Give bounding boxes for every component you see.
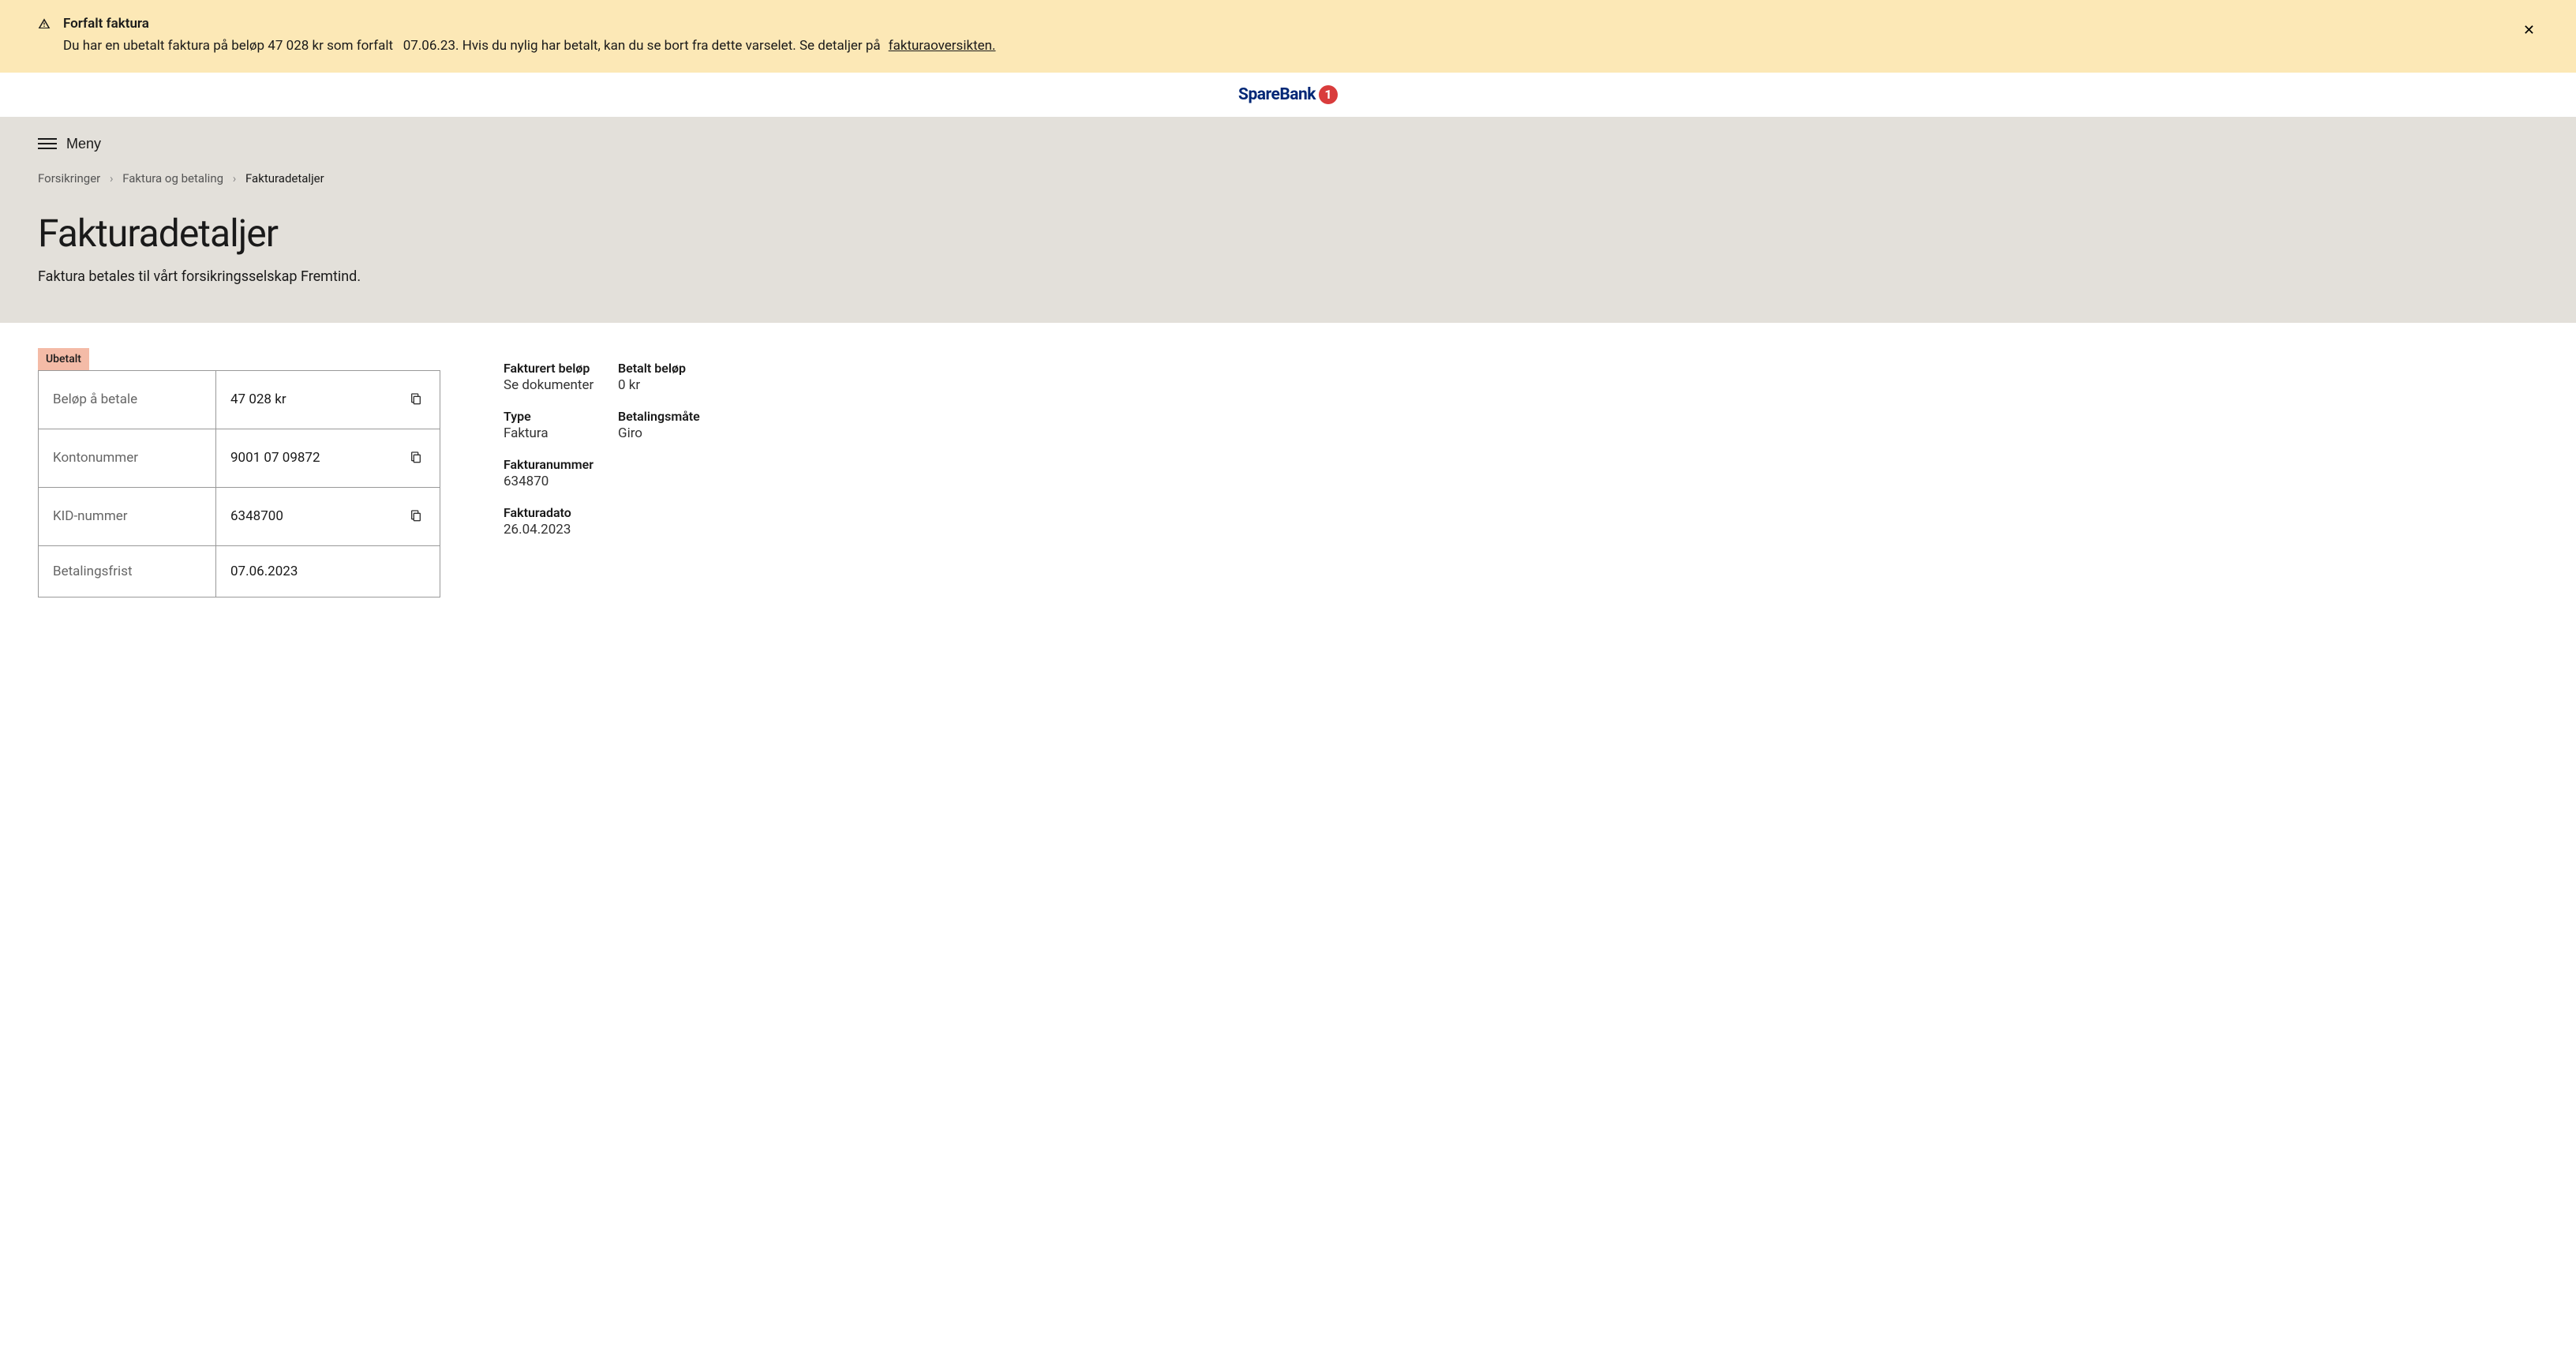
chevron-right-icon: › bbox=[110, 171, 114, 185]
info-item: BetalingsmåteGiro bbox=[618, 409, 732, 441]
table-value-cell: 6348700 bbox=[216, 487, 440, 545]
alert-close-button[interactable]: ✕ bbox=[2520, 19, 2538, 42]
logo-link[interactable]: SpareBank 1 bbox=[1238, 85, 1338, 104]
warning-icon bbox=[38, 17, 51, 33]
logo-bar: SpareBank 1 bbox=[0, 73, 2576, 117]
table-value-cell: 07.06.2023 bbox=[216, 545, 440, 597]
info-label: Type bbox=[504, 409, 618, 424]
status-badge: Ubetalt bbox=[38, 348, 89, 370]
alert-link[interactable]: fakturaoversikten. bbox=[889, 38, 996, 54]
table-value: 9001 07 09872 bbox=[230, 450, 320, 466]
page-subtitle: Faktura betales til vårt forsikringssels… bbox=[38, 268, 2538, 285]
menu-label: Meny bbox=[66, 136, 101, 152]
info-value: 634870 bbox=[504, 474, 732, 489]
copy-icon bbox=[410, 396, 422, 408]
info-label: Fakturadato bbox=[504, 505, 732, 520]
info-label: Betalingsmåte bbox=[618, 409, 732, 424]
content: Ubetalt Beløp å betale 47 028 kr Kontonumm… bbox=[0, 323, 2576, 648]
alert-content: Forfalt faktura Du har en ubetalt faktur… bbox=[63, 16, 2538, 57]
breadcrumb: Forsikringer › Faktura og betaling › Fak… bbox=[0, 171, 2576, 192]
alert-title: Forfalt faktura bbox=[63, 16, 2538, 32]
alert-text-1: Du har en ubetalt faktura på beløp 47 02… bbox=[63, 38, 393, 54]
payment-details-table: Beløp å betale 47 028 kr Kontonummer 9001 0… bbox=[38, 370, 440, 597]
info-grid: Fakturert beløpSe dokumenterBetalt beløp… bbox=[504, 361, 2538, 538]
hamburger-icon bbox=[38, 138, 57, 149]
info-value: Se dokumenter bbox=[504, 377, 618, 393]
info-item: Fakturanummer 634870 bbox=[504, 457, 732, 489]
alert-text-2: 07.06.23. Hvis du nylig har betalt, kan … bbox=[403, 38, 881, 54]
table-label: Beløp å betale bbox=[39, 370, 216, 429]
table-row: Betalingsfrist 07.06.2023 bbox=[39, 545, 440, 597]
alert-banner: Forfalt faktura Du har en ubetalt faktur… bbox=[0, 0, 2576, 73]
alert-message: Du har en ubetalt faktura på beløp 47 02… bbox=[63, 36, 2538, 57]
info-value: Giro bbox=[618, 425, 732, 441]
chevron-right-icon: › bbox=[233, 171, 237, 185]
info-item: Betalt beløp0 kr bbox=[618, 361, 732, 393]
copy-button[interactable] bbox=[406, 447, 425, 470]
page-header: Fakturadetaljer Faktura betales til vårt… bbox=[0, 192, 2576, 323]
copy-button[interactable] bbox=[406, 388, 425, 411]
table-value: 07.06.2023 bbox=[230, 564, 298, 579]
page-wrap: Meny Forsikringer › Faktura og betaling … bbox=[0, 117, 2576, 323]
info-item: Fakturadato 26.04.2023 bbox=[504, 505, 732, 538]
copy-button[interactable] bbox=[406, 505, 425, 528]
copy-icon bbox=[410, 513, 422, 525]
breadcrumb-item-forsikringer[interactable]: Forsikringer bbox=[38, 171, 100, 185]
info-value: 0 kr bbox=[618, 377, 732, 393]
info-value: Faktura bbox=[504, 425, 618, 441]
logo-text: SpareBank bbox=[1238, 85, 1316, 104]
info-label: Fakturanummer bbox=[504, 457, 732, 472]
info-item: Fakturert beløpSe dokumenter bbox=[504, 361, 618, 393]
menu-button[interactable]: Meny bbox=[38, 136, 101, 152]
breadcrumb-item-faktura[interactable]: Faktura og betaling bbox=[122, 171, 223, 185]
table-label: KID-nummer bbox=[39, 487, 216, 545]
table-row: Beløp å betale 47 028 kr bbox=[39, 370, 440, 429]
right-column: Fakturert beløpSe dokumenterBetalt beløp… bbox=[504, 348, 2538, 538]
table-value-cell: 9001 07 09872 bbox=[216, 429, 440, 487]
info-label: Fakturert beløp bbox=[504, 361, 618, 376]
info-value: 26.04.2023 bbox=[504, 522, 732, 538]
table-row: Kontonummer 9001 07 09872 bbox=[39, 429, 440, 487]
info-item: TypeFaktura bbox=[504, 409, 618, 441]
table-row: KID-nummer 6348700 bbox=[39, 487, 440, 545]
breadcrumb-current: Fakturadetaljer bbox=[245, 171, 324, 185]
table-label: Kontonummer bbox=[39, 429, 216, 487]
copy-icon bbox=[410, 455, 422, 466]
menu-bar: Meny bbox=[0, 117, 2576, 171]
info-label: Betalt beløp bbox=[618, 361, 732, 376]
left-column: Ubetalt Beløp å betale 47 028 kr Kontonumm… bbox=[38, 348, 440, 597]
table-value: 6348700 bbox=[230, 508, 283, 524]
table-label: Betalingsfrist bbox=[39, 545, 216, 597]
page-title: Fakturadetaljer bbox=[38, 211, 2538, 256]
table-value: 47 028 kr bbox=[230, 391, 286, 407]
table-value-cell: 47 028 kr bbox=[216, 370, 440, 429]
logo-badge-icon: 1 bbox=[1319, 85, 1338, 104]
close-icon: ✕ bbox=[2523, 22, 2535, 38]
